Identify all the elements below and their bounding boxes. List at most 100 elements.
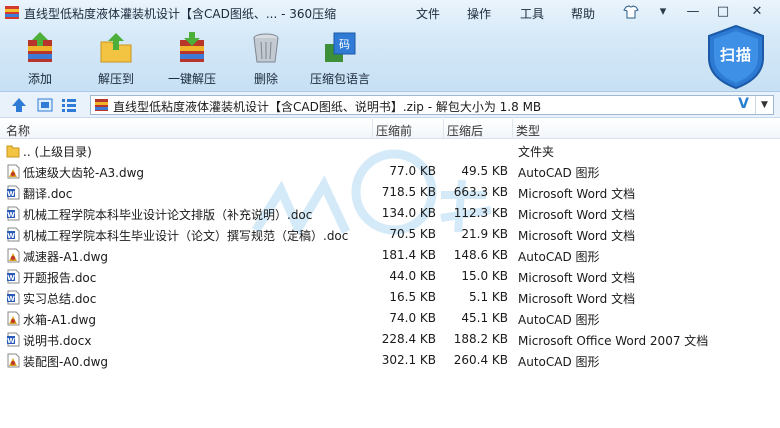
original-size: 663.3 KB (453, 185, 508, 199)
minimize-icon[interactable]: — (682, 3, 704, 21)
list-view-icon[interactable] (60, 96, 78, 114)
window-title: 直线型低粘度液体灌装机设计【含CAD图纸、... - 360压缩 (24, 7, 337, 21)
file-name: 机械工程学院本科生毕业设计（论文）撰写规范（定稿）.doc (23, 229, 349, 243)
original-size: 21.9 KB (461, 227, 508, 241)
scan-button[interactable]: 扫描 (705, 24, 767, 90)
skin-icon[interactable] (620, 3, 642, 21)
menu-operation[interactable]: 操作 (467, 5, 491, 22)
file-type: Microsoft Word 文档 (518, 271, 636, 285)
file-type: Microsoft Word 文档 (518, 229, 636, 243)
compressed-size: 181.4 KB (381, 248, 436, 262)
table-row[interactable]: 水箱-A1.dwg 74.0 KB 45.1 KB AutoCAD 图形 (0, 308, 780, 329)
verify-icon[interactable]: V (738, 96, 749, 112)
thumbnail-view-icon[interactable] (36, 96, 54, 114)
file-name: 机械工程学院本科毕业设计论文排版（补充说明）.doc (23, 208, 313, 222)
table-row[interactable]: W 实习总结.doc 16.5 KB 5.1 KB Microsoft Word 文档 (0, 287, 780, 308)
title-bar: 直线型低粘度液体灌装机设计【含CAD图纸、... - 360压缩 文件 操作 工… (0, 0, 780, 26)
menu-tools[interactable]: 工具 (520, 5, 544, 22)
extract-to-button[interactable]: 解压到 (80, 30, 152, 88)
original-size: 148.6 KB (453, 248, 508, 262)
original-size: 15.0 KB (461, 269, 508, 283)
address-field[interactable]: 直线型低粘度液体灌装机设计【含CAD图纸、说明书】.zip - 解包大小为 1.… (90, 95, 774, 115)
add-icon (28, 32, 52, 62)
table-row[interactable]: W 机械工程学院本科毕业设计论文排版（补充说明）.doc 134.0 KB 112.3… (0, 203, 780, 224)
original-size: 112.3 KB (453, 206, 508, 220)
column-original[interactable]: 压缩后 (447, 122, 483, 139)
folder-icon (6, 145, 20, 158)
one-click-extract-icon (180, 32, 204, 62)
extract-folder-icon (100, 33, 132, 63)
dwg-file-icon (7, 248, 20, 263)
file-type: Microsoft Word 文档 (518, 292, 636, 306)
table-row[interactable]: 减速器-A1.dwg 181.4 KB 148.6 KB AutoCAD 图形 (0, 245, 780, 266)
one-click-extract-button[interactable]: 一键解压 (156, 30, 228, 88)
table-row[interactable]: W 翻译.doc 718.5 KB 663.3 KB Microsoft Word 文档 (0, 182, 780, 203)
file-name: 翻译.doc (23, 187, 73, 201)
app-icon (5, 6, 19, 19)
table-row[interactable]: W 说明书.docx 228.4 KB 188.2 KB Microsoft Offic… (0, 329, 780, 350)
original-size: 188.2 KB (453, 332, 508, 346)
file-name: 水箱-A1.dwg (23, 313, 97, 327)
svg-text:W: W (7, 295, 15, 303)
column-name[interactable]: 名称 (6, 122, 30, 139)
file-name: 说明书.docx (23, 334, 92, 348)
compressed-size: 134.0 KB (381, 206, 436, 220)
table-row[interactable]: 装配图-A0.dwg 302.1 KB 260.4 KB AutoCAD 图形 (0, 350, 780, 371)
compressed-size: 302.1 KB (381, 353, 436, 367)
dwg-file-icon (7, 164, 20, 179)
up-arrow-icon[interactable] (10, 96, 28, 114)
address-bar-row: 直线型低粘度液体灌装机设计【含CAD图纸、说明书】.zip - 解包大小为 1.… (0, 92, 780, 118)
original-size: 5.1 KB (469, 290, 508, 304)
chevron-down-icon[interactable]: ▼ (755, 96, 773, 114)
close-icon[interactable]: ✕ (746, 3, 768, 21)
compressed-size: 16.5 KB (389, 290, 436, 304)
svg-text:W: W (7, 232, 15, 240)
file-type: 文件夹 (518, 145, 555, 159)
file-name: 开题报告.doc (23, 271, 97, 285)
file-name: .. (上级目录) (23, 145, 92, 159)
table-row[interactable]: W 开题报告.doc 44.0 KB 15.0 KB Microsoft Word 文档 (0, 266, 780, 287)
add-button[interactable]: 添加 (4, 30, 76, 88)
compressed-size: 70.5 KB (389, 227, 436, 241)
word-file-icon: W (7, 227, 20, 242)
file-type: Microsoft Word 文档 (518, 208, 636, 222)
address-text: 直线型低粘度液体灌装机设计【含CAD图纸、说明书】.zip - 解包大小为 1.… (113, 100, 542, 114)
svg-text:W: W (7, 337, 15, 345)
original-size: 49.5 KB (461, 164, 508, 178)
file-type: Microsoft Office Word 2007 文档 (518, 334, 709, 348)
column-compressed[interactable]: 压缩前 (376, 122, 412, 139)
file-list: .. (上级目录) 文件夹低速级大齿轮-A3.dwg 77.0 KB 49.5 KB A… (0, 140, 780, 428)
word-file-icon: W (7, 269, 20, 284)
column-header-row: 名称 压缩前 压缩后 类型 (0, 119, 780, 139)
word-file-icon: W (7, 185, 20, 200)
original-size: 45.1 KB (461, 311, 508, 325)
word-file-icon: W (7, 290, 20, 305)
table-row[interactable]: 低速级大齿轮-A3.dwg 77.0 KB 49.5 KB AutoCAD 图形 (0, 161, 780, 182)
compressed-size: 718.5 KB (381, 185, 436, 199)
column-type[interactable]: 类型 (516, 122, 540, 139)
compressed-size: 74.0 KB (389, 311, 436, 325)
svg-text:W: W (7, 211, 15, 219)
svg-text:W: W (7, 190, 15, 198)
file-type: AutoCAD 图形 (518, 313, 600, 327)
menu-dropdown-icon[interactable]: ▾ (652, 3, 674, 21)
window-chrome: 直线型低粘度液体灌装机设计【含CAD图纸、... - 360压缩 文件 操作 工… (0, 0, 780, 92)
maximize-icon[interactable]: □ (712, 3, 734, 21)
dwg-file-icon (7, 311, 20, 326)
menu-file[interactable]: 文件 (416, 5, 440, 22)
archive-language-button[interactable]: 码 压缩包语言 (304, 30, 376, 88)
table-row[interactable]: W 机械工程学院本科生毕业设计（论文）撰写规范（定稿）.doc 70.5 KB 21.… (0, 224, 780, 245)
trash-icon (253, 33, 279, 63)
file-name: 低速级大齿轮-A3.dwg (23, 166, 145, 180)
dwg-file-icon (7, 353, 20, 368)
file-type: Microsoft Word 文档 (518, 187, 636, 201)
table-row[interactable]: .. (上级目录) 文件夹 (0, 140, 780, 161)
delete-button[interactable]: 删除 (230, 30, 302, 88)
file-name: 实习总结.doc (23, 292, 97, 306)
word-file-icon: W (7, 206, 20, 221)
word-file-icon: W (7, 332, 20, 347)
file-name: 装配图-A0.dwg (23, 355, 109, 369)
compressed-size: 44.0 KB (389, 269, 436, 283)
menu-help[interactable]: 帮助 (571, 5, 595, 22)
compressed-size: 228.4 KB (381, 332, 436, 346)
